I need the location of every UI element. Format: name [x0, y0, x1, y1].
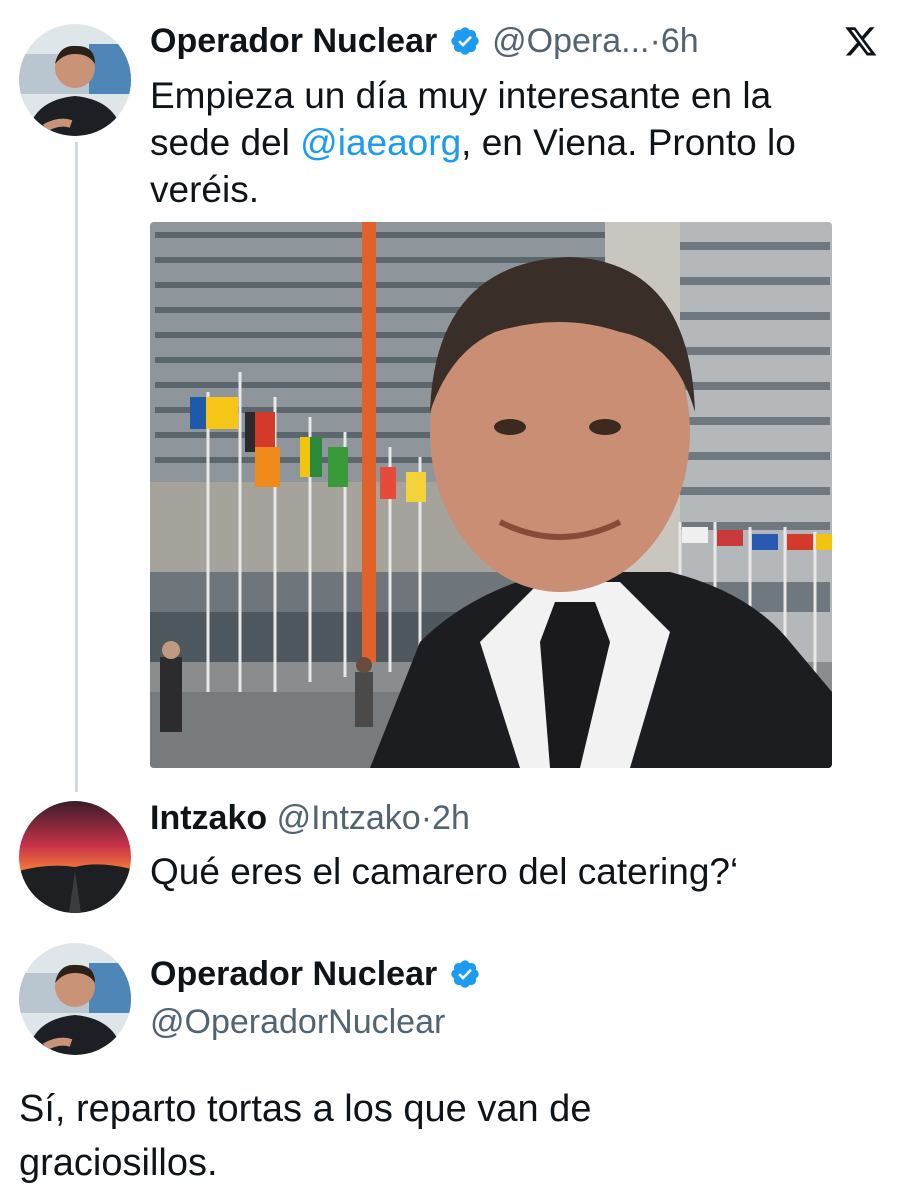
reply-handle[interactable]: @Intzako [277, 799, 421, 837]
tweet-text: Empieza un día muy interesante en la sed… [150, 72, 840, 213]
tweet-header: Operador Nuclear [150, 953, 483, 995]
reply-time[interactable]: 2h [432, 799, 470, 837]
separator-dot: · [649, 22, 661, 60]
tweet-photo[interactable] [150, 222, 832, 768]
author-name[interactable]: Operador Nuclear [150, 955, 437, 993]
author-handle[interactable]: @OperadorNuclear [150, 1001, 445, 1043]
reply-avatar[interactable] [19, 801, 131, 913]
tweet-text: Sí, reparto tortas a los que van de grac… [19, 1088, 592, 1184]
verified-badge-icon [451, 960, 479, 988]
reply-header: Intzako @Intzako·2h [150, 797, 470, 839]
author-name[interactable]: Operador Nuclear [150, 22, 437, 60]
reply-author-name[interactable]: Intzako [150, 799, 267, 837]
author-avatar[interactable] [19, 943, 131, 1055]
tweet-header: Operador Nuclear @Opera...·6h [150, 20, 699, 62]
thread-line [75, 142, 78, 792]
author-avatar[interactable] [19, 24, 131, 136]
photo-selfie-iaea-icon [150, 222, 832, 768]
separator-dot: · [420, 799, 433, 837]
reply-text: Qué eres el camarero del catering?‘ [150, 851, 739, 892]
mention-link[interactable]: @iaeaorg [300, 122, 461, 163]
author-handle[interactable]: @Opera... [492, 22, 649, 60]
x-logo-icon[interactable] [843, 24, 879, 58]
tweet-time[interactable]: 6h [661, 22, 699, 60]
verified-badge-icon [451, 27, 479, 55]
